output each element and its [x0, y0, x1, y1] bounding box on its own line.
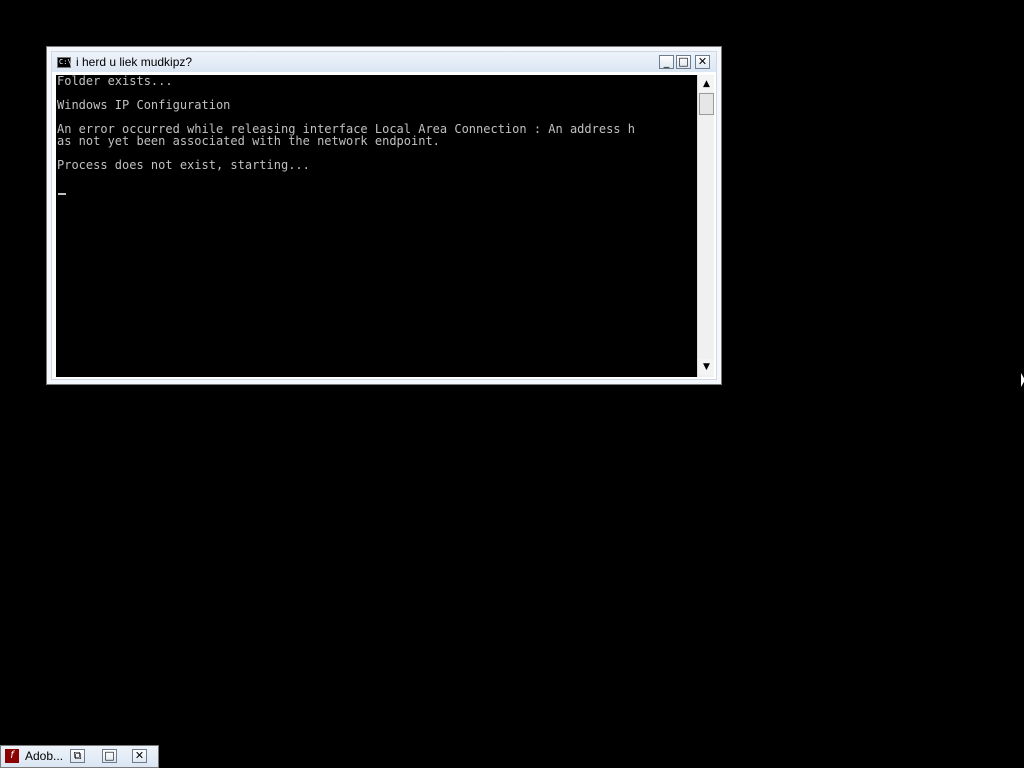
console-line: as not yet been associated with the netw… [57, 134, 440, 148]
cmd-icon[interactable]: C:\ [57, 57, 72, 68]
close-button-minimized[interactable]: ✕ [132, 749, 147, 763]
title-bar[interactable]: C:\ i herd u liek mudkipz? _ □ ✕ [52, 52, 716, 72]
restore-button[interactable]: ⧉ [70, 749, 85, 763]
text-cursor [58, 193, 66, 195]
console-line: Folder exists... [57, 75, 173, 88]
flash-icon: f [5, 749, 19, 763]
minimize-button[interactable]: _ [659, 55, 674, 69]
vertical-scrollbar[interactable]: ▲ ▼ [697, 75, 714, 377]
console-window: C:\ i herd u liek mudkipz? _ □ ✕ Folder … [46, 46, 722, 385]
maximize-button[interactable]: □ [676, 55, 691, 69]
maximize-button-minimized[interactable]: □ [102, 749, 117, 763]
scroll-up-icon[interactable]: ▲ [699, 76, 714, 92]
console-line: Process does not exist, starting... [57, 158, 310, 172]
close-button[interactable]: ✕ [695, 55, 710, 69]
console-text: Folder exists... Windows IP Configuratio… [56, 75, 697, 171]
scroll-down-icon[interactable]: ▼ [699, 359, 714, 375]
window-title: i herd u liek mudkipz? [76, 55, 193, 69]
scroll-thumb[interactable] [699, 93, 714, 115]
minimized-window[interactable]: f Adob... ⧉ □ ✕ [0, 745, 159, 768]
console-line: Windows IP Configuration [57, 98, 231, 112]
minimized-window-title: Adob... [25, 749, 64, 763]
console-output[interactable]: Folder exists... Windows IP Configuratio… [56, 75, 697, 377]
